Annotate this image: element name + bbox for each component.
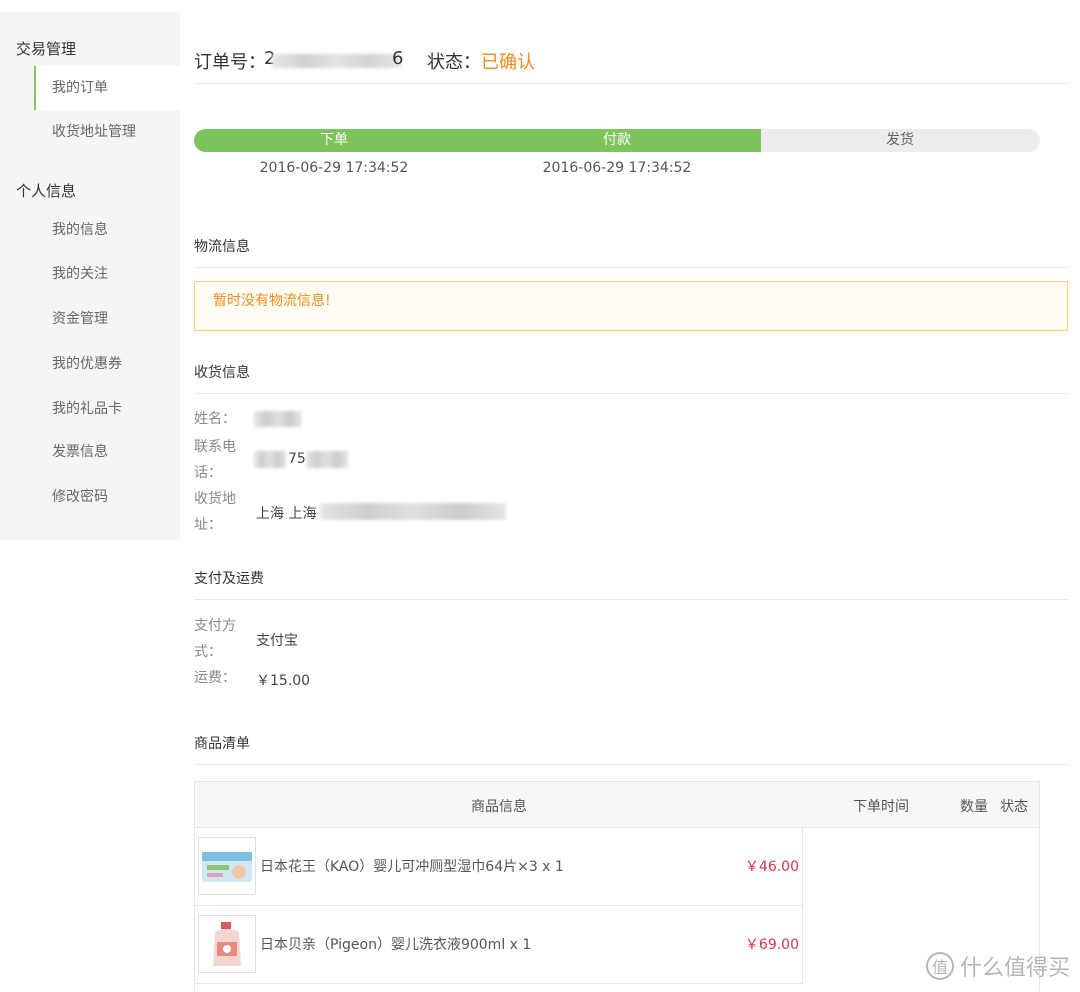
step-order-placed: 下单 [320,132,348,148]
logistics-notice: 暂时没有物流信息! [194,281,1068,331]
receiver-phone-partial: 75 [288,451,306,467]
receiver-address-prefix: 上海 上海 [256,506,317,522]
payment-method-label-line1: 支付方 [194,618,236,634]
receiver-address-redacted [320,503,506,520]
order-number-redacted [272,54,402,68]
sidebar-item-gift-cards[interactable]: 我的礼品卡 [34,387,180,431]
sidebar-group-personal: 个人信息 [16,182,77,200]
payment-method-value: 支付宝 [256,633,298,649]
step-paid: 付款 [603,132,631,148]
header-goods-info: 商品信息 [471,799,527,815]
product-name[interactable]: 日本贝亲（Pigeon）婴儿洗衣液900ml x 1 [260,934,531,954]
sidebar-item-change-password[interactable]: 修改密码 [34,475,180,519]
watermark-logo-icon: 值 [925,952,954,980]
receiver-phone-label-line1: 联系电 [194,439,236,455]
header-order-time: 下单时间 [853,799,909,815]
watermark: 值 什么值得买 [925,950,1070,982]
step-shipped: 发货 [886,132,914,148]
goods-table-header: 商品信息 下单时间 数量 状态 [195,782,1039,828]
logistics-notice-text: 暂时没有物流信息! [213,293,331,309]
order-header: 订单号： 2 6 状态： 已确认 [194,44,1068,84]
receiver-phone-redacted-b [306,451,348,468]
receiver-address-label-line1: 收货地 [194,491,236,507]
sidebar-item-invoice[interactable]: 发票信息 [34,430,180,474]
product-thumbnail[interactable] [198,915,256,973]
step-time-order-placed: 2016-06-29 17:34:52 [259,160,409,176]
receiver-name-redacted [254,411,302,427]
sidebar-group-trade: 交易管理 [16,40,77,58]
freight-value: ￥15.00 [256,673,311,689]
goods-title: 商品清单 [194,733,1068,765]
sidebar: 交易管理 我的订单 收货地址管理 个人信息 我的信息 我的关注 资金管理 我的优… [0,12,180,540]
header-quantity: 数量 [960,799,988,815]
order-number-label: 订单号： [194,52,266,73]
freight-label: 运费： [194,670,236,686]
table-row: 日本花王（KAO）婴儿可冲厕型湿巾64片×3 x 1 ￥46.00 [195,828,803,906]
product-price: ￥46.00 [744,859,799,875]
product-price: ￥69.00 [744,937,799,953]
status-value: 已确认 [481,52,535,73]
receiver-name-label: 姓名： [194,411,236,427]
product-thumbnail[interactable] [198,837,256,895]
sidebar-item-funds[interactable]: 资金管理 [34,297,180,341]
receiver-phone-redacted-a [254,451,286,468]
receiver-phone-label-line2: 话： [194,465,222,481]
receiver-title: 收货信息 [194,362,1068,394]
sidebar-item-my-follows[interactable]: 我的关注 [34,252,180,296]
step-time-paid: 2016-06-29 17:34:52 [542,160,692,176]
order-detail: 订单号： 2 6 状态： 已确认 下单 付款 发货 2016-06-29 17:… [194,0,1068,992]
status-label: 状态： [427,52,481,73]
sidebar-item-coupons[interactable]: 我的优惠券 [34,342,180,386]
receiver-address-label-line2: 址： [194,517,222,533]
sidebar-item-my-orders[interactable]: 我的订单 [34,66,180,110]
logistics-title: 物流信息 [194,236,1068,268]
order-number-end: 6 [392,48,404,69]
header-status: 状态 [1000,799,1028,815]
sidebar-item-address-management[interactable]: 收货地址管理 [34,110,180,154]
payment-title: 支付及运费 [194,568,1068,600]
order-progress-fill [194,129,761,152]
payment-method-label-line2: 式： [194,644,222,660]
goods-table: 商品信息 下单时间 数量 状态 日本花王（KAO）婴儿可冲厕型湿巾64片×3 x… [194,781,1040,992]
product-name[interactable]: 日本花王（KAO）婴儿可冲厕型湿巾64片×3 x 1 [260,856,564,876]
table-row: 日本贝亲（Pigeon）婴儿洗衣液900ml x 1 ￥69.00 [195,906,803,984]
watermark-text: 什么值得买 [959,956,1070,981]
order-progress-bar: 下单 付款 发货 [194,129,1040,152]
sidebar-item-my-info[interactable]: 我的信息 [34,208,180,252]
